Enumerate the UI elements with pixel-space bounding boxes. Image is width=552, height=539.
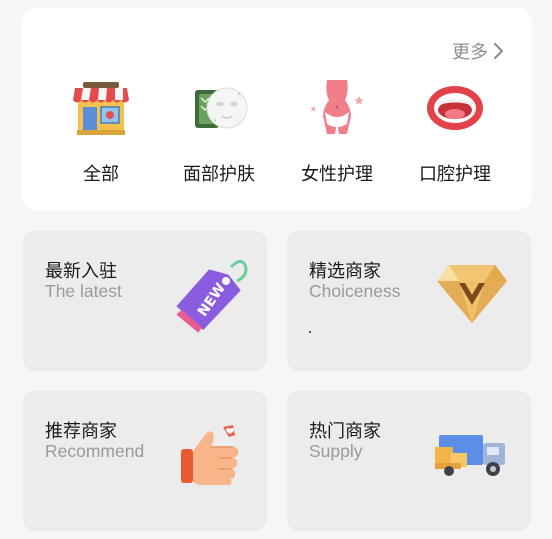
more-label: 更多	[452, 42, 488, 63]
category-label: 面部护肤	[183, 164, 255, 185]
feature-card-latest[interactable]: 最新入驻 The latest NEW	[23, 231, 267, 371]
diamond-icon	[437, 265, 507, 323]
category-item-oral-care[interactable]: 口腔护理	[396, 76, 514, 186]
feature-title: 精选商家	[309, 261, 381, 282]
face-mask-icon	[195, 87, 248, 129]
decorative-dot	[309, 331, 311, 333]
feature-title: 推荐商家	[45, 421, 117, 442]
feature-card-recommend[interactable]: 推荐商家 Recommend	[23, 391, 267, 531]
feature-subtitle: Choiceness	[309, 281, 401, 301]
category-label: 口腔护理	[419, 164, 491, 185]
feature-title: 热门商家	[309, 421, 381, 442]
feature-title: 最新入驻	[45, 261, 117, 282]
mouth-icon	[427, 86, 483, 130]
category-item-all[interactable]: 全部	[42, 76, 160, 186]
category-panel: 更多 全部 面部护肤 女性护理 口腔护理	[22, 8, 532, 210]
delivery-truck-icon	[435, 435, 505, 476]
thumbs-up-icon	[181, 425, 239, 485]
new-tag-icon: NEW	[176, 260, 248, 333]
more-link[interactable]: 更多	[452, 38, 504, 64]
category-item-facial-care[interactable]: 面部护肤	[160, 76, 278, 186]
feature-subtitle: Recommend	[45, 441, 145, 461]
feature-card-supply[interactable]: 热门商家 Supply	[287, 391, 531, 531]
storefront-icon	[73, 82, 129, 135]
category-item-feminine-care[interactable]: 女性护理	[278, 76, 396, 186]
feature-subtitle: Supply	[309, 441, 363, 461]
category-label: 全部	[83, 164, 119, 185]
feature-card-choiceness[interactable]: 精选商家 Choiceness	[287, 231, 531, 371]
feature-subtitle: The latest	[45, 281, 122, 301]
female-body-icon	[309, 80, 364, 134]
chevron-right-icon	[493, 42, 504, 60]
category-label: 女性护理	[301, 164, 373, 185]
